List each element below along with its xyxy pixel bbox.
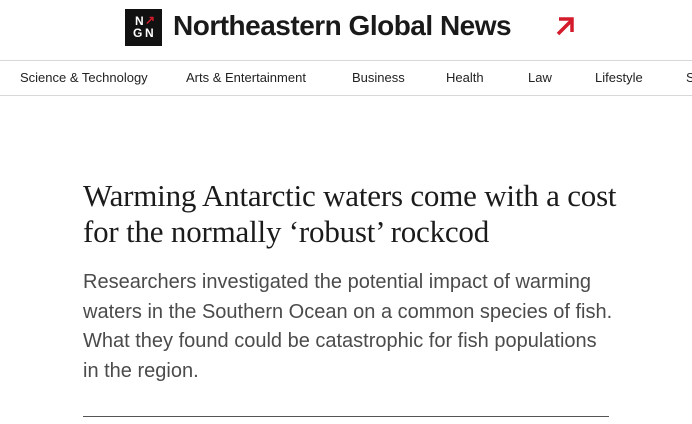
logo-arrow-icon: ↗ — [145, 13, 156, 27]
main-nav: Science & Technology Arts & Entertainmen… — [0, 60, 692, 96]
nav-item-arts-entertainment[interactable]: Arts & Entertainment — [186, 70, 306, 85]
site-title[interactable]: Northeastern Global News — [173, 10, 512, 42]
nav-item-business[interactable]: Business — [352, 70, 405, 85]
logo-letter-g: G — [133, 26, 143, 40]
divider — [83, 416, 609, 417]
site-logo[interactable]: N ↗ G N — [125, 9, 162, 46]
arrow-up-right-icon — [556, 17, 574, 36]
nav-item-lifestyle[interactable]: Lifestyle — [595, 70, 643, 85]
nav-item-science-technology[interactable]: Science & Technology — [20, 70, 148, 85]
nav-item-truncated[interactable]: S — [686, 70, 692, 85]
nav-item-law[interactable]: Law — [528, 70, 552, 85]
site-header: N ↗ G N Northeastern Global News — [0, 0, 692, 60]
nav-item-health[interactable]: Health — [446, 70, 484, 85]
logo-letter-n-2: N — [145, 26, 154, 40]
page: N ↗ G N Northeastern Global News Science… — [0, 0, 692, 424]
article-headline: Warming Antarctic waters come with a cos… — [83, 178, 617, 249]
article-dek: Researchers investigated the potential i… — [83, 271, 613, 382]
